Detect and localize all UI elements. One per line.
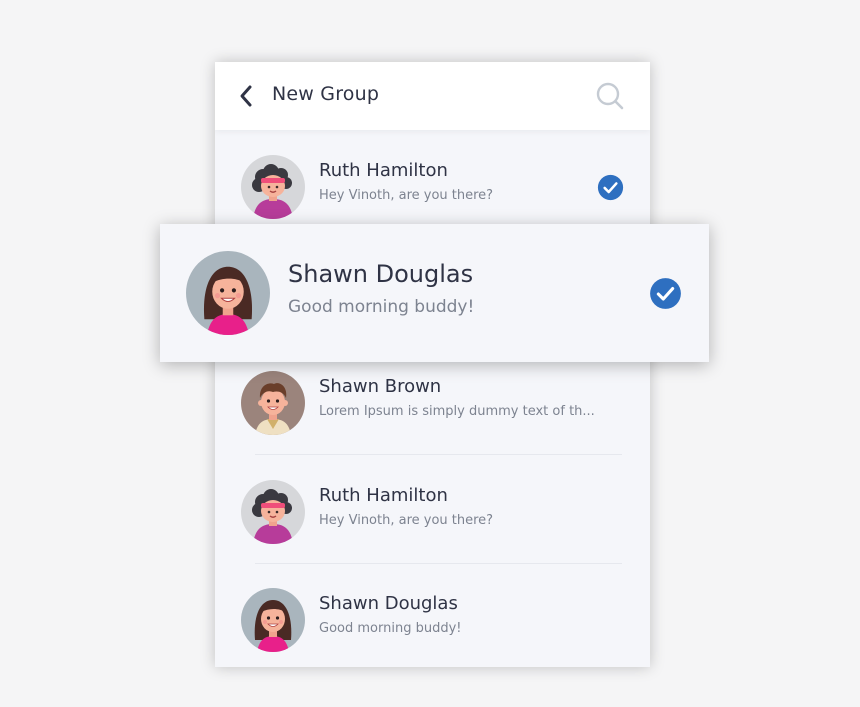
contact-name: Ruth Hamilton bbox=[319, 485, 448, 506]
contact-name: Ruth Hamilton bbox=[319, 160, 448, 181]
contact-message: Good morning buddy! bbox=[319, 621, 462, 636]
contact-message: Good morning buddy! bbox=[288, 297, 475, 317]
search-icon[interactable] bbox=[595, 81, 625, 111]
contact-message: Hey Vinoth, are you there? bbox=[319, 513, 494, 528]
page-title: New Group bbox=[272, 83, 380, 105]
contact-message: Hey Vinoth, are you there? bbox=[319, 188, 494, 203]
contact-row-highlighted[interactable]: Shawn Douglas Good morning buddy! bbox=[160, 224, 709, 362]
check-icon[interactable] bbox=[649, 277, 682, 310]
avatar bbox=[241, 371, 305, 435]
avatar bbox=[241, 480, 305, 544]
contact-row[interactable]: Shawn Douglas Good morning buddy! bbox=[215, 564, 650, 667]
contact-row[interactable]: Ruth Hamilton Hey Vinoth, are you there? bbox=[215, 456, 650, 564]
app-header: New Group bbox=[215, 62, 650, 130]
avatar bbox=[241, 588, 305, 652]
avatar bbox=[186, 251, 270, 335]
phone-screen: New Group Ruth Hamilton Hey Vinoth, are … bbox=[215, 62, 650, 667]
contact-row[interactable]: Ruth Hamilton Hey Vinoth, are you there? bbox=[215, 131, 650, 239]
check-icon[interactable] bbox=[597, 174, 624, 201]
row-divider bbox=[255, 454, 622, 455]
chevron-left-icon[interactable] bbox=[235, 82, 259, 110]
contact-name: Shawn Brown bbox=[319, 376, 442, 397]
contact-message: Lorem Ipsum is simply dummy text of th..… bbox=[319, 404, 595, 419]
contact-name: Shawn Douglas bbox=[319, 593, 458, 614]
contact-name: Shawn Douglas bbox=[288, 260, 474, 288]
avatar bbox=[241, 155, 305, 219]
contact-row[interactable]: Shawn Brown Lorem Ipsum is simply dummy … bbox=[215, 347, 650, 455]
